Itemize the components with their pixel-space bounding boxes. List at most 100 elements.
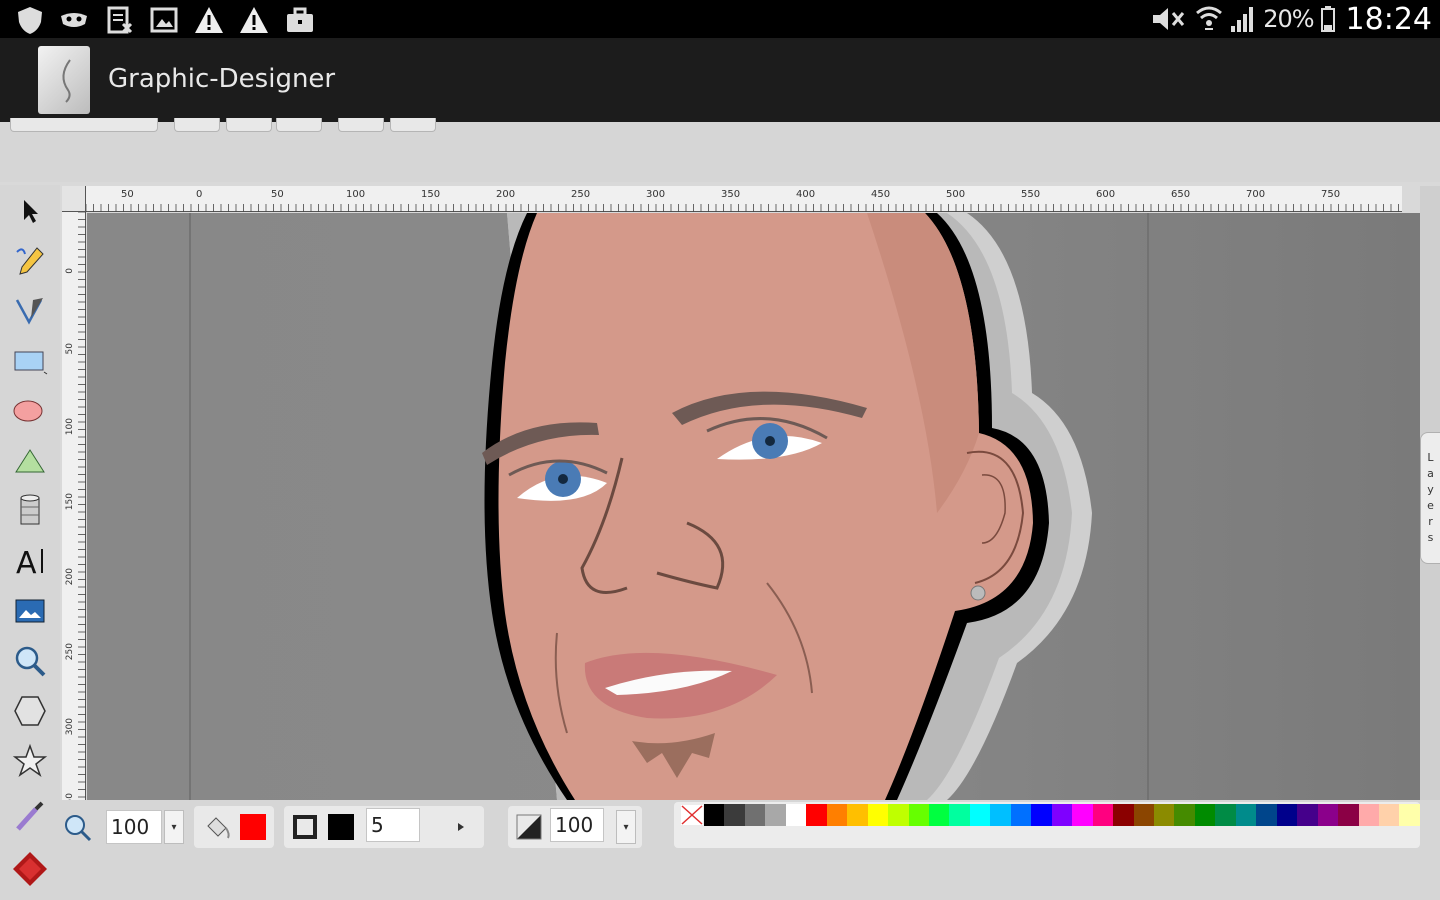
zoom-dropdown[interactable]: ▾ (164, 810, 184, 844)
palette-swatch[interactable] (765, 804, 786, 826)
palette-swatch[interactable] (949, 804, 970, 826)
action-bar: Graphic-Designer (0, 38, 1440, 122)
rectangle-tool[interactable] (8, 339, 52, 383)
zoom-icon (65, 815, 92, 842)
ruler-horizontal: 50 0 50 100 150 200 250 300 350 400 450 500 550 600 65… (62, 186, 1402, 212)
palette-swatch[interactable] (1297, 804, 1318, 826)
ruler-top-label: 500 (946, 189, 965, 200)
layers-tab-letter: a (1427, 467, 1434, 480)
palette-swatch[interactable] (1072, 804, 1093, 826)
palette-swatch[interactable] (867, 804, 889, 826)
ruler-top-label: 450 (871, 189, 890, 200)
mask-icon (61, 13, 87, 27)
palette-swatch[interactable] (1378, 804, 1400, 826)
palette-swatch[interactable] (744, 804, 766, 826)
app-logo-icon[interactable] (38, 46, 90, 114)
palette-swatch[interactable] (847, 804, 868, 826)
opacity-dropdown[interactable]: ▾ (616, 810, 636, 844)
fill-color-swatch[interactable] (240, 814, 266, 840)
hexagon-tool[interactable] (8, 689, 52, 733)
color-palette[interactable] (704, 804, 1420, 826)
ruler-top-label: 600 (1096, 189, 1115, 200)
bottom-bar: 100 ▾ 5 100 ▾ (60, 800, 1440, 900)
palette-swatch[interactable] (1174, 804, 1195, 826)
pencil-tool[interactable] (8, 239, 52, 283)
ruler-top-label: 50 (121, 189, 134, 200)
layers-tab[interactable]: L a y e r s (1420, 432, 1440, 564)
palette-swatch[interactable] (1399, 804, 1420, 826)
palette-swatch[interactable] (724, 804, 745, 826)
palette-swatch[interactable] (1194, 804, 1216, 826)
palette-swatch[interactable] (1113, 804, 1134, 826)
zoom-tool[interactable] (8, 639, 52, 683)
ruler-vertical: 0 50 100 150 200 250 300 350 (62, 211, 86, 800)
canvas-area: 50 0 50 100 150 200 250 300 350 400 450 500 550 600 65… (62, 186, 1420, 800)
palette-swatch[interactable] (806, 804, 827, 826)
zoom-input[interactable]: 100 (106, 810, 162, 844)
battery-percentage: 20% (1263, 5, 1314, 33)
hexagon-icon (14, 696, 46, 726)
warning-icon (195, 7, 223, 33)
palette-swatch[interactable] (928, 804, 950, 826)
stroke-square-icon (293, 815, 317, 839)
ellipse-tool[interactable] (8, 389, 52, 433)
ruler-left-label: 50 (65, 343, 75, 355)
palette-swatch[interactable] (888, 804, 909, 826)
palette-swatch[interactable] (1215, 804, 1236, 826)
eyedropper-icon (16, 801, 44, 831)
palette-swatch[interactable] (1317, 804, 1339, 826)
palette-swatch[interactable] (1276, 804, 1298, 826)
toolbar-button[interactable] (276, 118, 322, 132)
face-drawing[interactable] (482, 213, 1092, 800)
pen-nib-icon (15, 298, 43, 325)
palette-swatch[interactable] (1153, 804, 1175, 826)
layer-tool[interactable] (8, 847, 52, 891)
opacity-gradient-icon (516, 814, 542, 840)
palette-swatch[interactable] (1358, 804, 1379, 826)
stroke-width-input[interactable]: 5 (366, 808, 420, 842)
palette-swatch[interactable] (1256, 804, 1277, 826)
ruler-top-label: 700 (1246, 189, 1265, 200)
briefcase-icon (287, 7, 313, 32)
mute-icon (1153, 8, 1185, 30)
opacity-input[interactable]: 100 (550, 808, 604, 842)
status-indicators: 20% 18:24 (1149, 0, 1432, 38)
svg-text:A: A (16, 546, 37, 579)
palette-swatch[interactable] (785, 804, 807, 826)
top-toolbar (0, 118, 1440, 182)
ruler-top-label: 0 (196, 189, 202, 200)
palette-swatch[interactable] (1010, 804, 1032, 826)
stroke-color-swatch[interactable] (328, 814, 354, 840)
menu-button[interactable] (10, 118, 158, 132)
toolbar-button[interactable] (390, 118, 436, 132)
palette-swatch[interactable] (1338, 804, 1359, 826)
palette-swatch[interactable] (1031, 804, 1052, 826)
eyedropper-tool[interactable] (8, 795, 52, 839)
image-tool[interactable] (8, 589, 52, 633)
pen-tool[interactable] (8, 289, 52, 333)
palette-swatch[interactable] (1051, 804, 1073, 826)
app-title: Graphic-Designer (108, 64, 336, 94)
text-tool[interactable]: A (8, 539, 52, 583)
toolbar-button[interactable] (226, 118, 272, 132)
palette-swatch[interactable] (990, 804, 1011, 826)
no-color-icon[interactable] (680, 804, 704, 826)
palette-swatch[interactable] (826, 804, 848, 826)
slider-arrow-icon[interactable] (456, 822, 466, 832)
polygon-tool[interactable] (8, 439, 52, 483)
signal-icon (1231, 7, 1254, 32)
drawing-canvas[interactable] (87, 213, 1420, 800)
palette-swatch[interactable] (704, 804, 725, 826)
toolbar-button[interactable] (338, 118, 384, 132)
palette-swatch[interactable] (1235, 804, 1257, 826)
palette-swatch[interactable] (1092, 804, 1114, 826)
palette-swatch[interactable] (969, 804, 991, 826)
cylinder-tool[interactable] (8, 489, 52, 533)
ellipse-icon (13, 400, 43, 422)
star-tool[interactable] (8, 739, 52, 783)
toolbar-button[interactable] (174, 118, 220, 132)
document-x-icon (107, 6, 133, 34)
select-tool[interactable] (8, 189, 52, 233)
palette-swatch[interactable] (1133, 804, 1154, 826)
palette-swatch[interactable] (908, 804, 929, 826)
